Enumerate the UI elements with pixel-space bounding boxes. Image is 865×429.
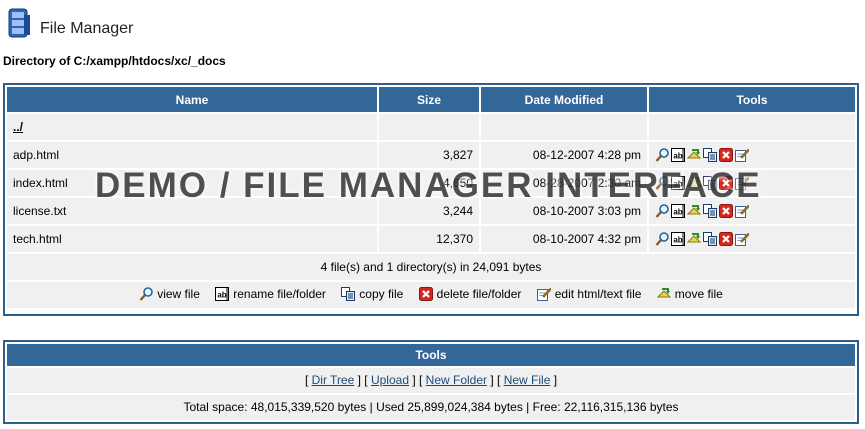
- file-date: 08-10-2007 4:32 pm: [481, 226, 647, 252]
- file-name[interactable]: index.html: [7, 170, 377, 196]
- legend-edit: edit html/text file: [536, 286, 642, 301]
- new-folder-link[interactable]: New Folder: [426, 373, 487, 387]
- move-icon[interactable]: [687, 204, 701, 218]
- app-title: File Manager: [40, 20, 134, 37]
- view-icon[interactable]: [655, 176, 669, 191]
- dir-tree-link[interactable]: Dir Tree: [312, 373, 355, 387]
- edit-icon[interactable]: [735, 148, 749, 163]
- rename-icon[interactable]: [671, 148, 685, 163]
- legend-label: delete file/folder: [436, 286, 522, 301]
- file-table: Name Size Date Modified Tools ../ adp.ht…: [5, 85, 857, 310]
- edit-icon[interactable]: [735, 176, 749, 191]
- table-row: license.txt 3,244 08-10-2007 3:03 pm: [7, 198, 855, 224]
- legend-label: copy file: [359, 286, 404, 301]
- tools-legend: view file rename file/folder copy file d…: [7, 282, 855, 308]
- column-header-name[interactable]: Name: [7, 87, 377, 112]
- legend-delete: delete file/folder: [418, 286, 522, 301]
- disk-usage: Total space: 48,015,339,520 bytes | Used…: [7, 395, 855, 420]
- row-tools: [649, 170, 855, 196]
- tools-links: [ Dir Tree ] [ Upload ] [ New Folder ] […: [7, 368, 855, 393]
- app-header: File Manager: [6, 4, 133, 44]
- copy-icon[interactable]: [703, 148, 717, 163]
- legend-rename: rename file/folder: [215, 286, 326, 301]
- upload-link[interactable]: Upload: [371, 373, 409, 387]
- table-row: index.html 4,650 08-28-2007 2:30 am: [7, 170, 855, 196]
- file-list-panel: Name Size Date Modified Tools ../ adp.ht…: [3, 83, 859, 316]
- column-header-date[interactable]: Date Modified: [481, 87, 647, 112]
- tools-panel: Tools [ Dir Tree ] [ Upload ] [ New Fold…: [3, 340, 859, 424]
- rename-icon[interactable]: [671, 204, 685, 219]
- copy-icon[interactable]: [703, 204, 717, 219]
- file-size: 3,827: [379, 142, 479, 168]
- view-icon[interactable]: [655, 232, 669, 247]
- file-name[interactable]: tech.html: [7, 226, 377, 252]
- legend-move: move file: [656, 286, 723, 301]
- file-name[interactable]: license.txt: [7, 198, 377, 224]
- file-size: 4,650: [379, 170, 479, 196]
- summary-row: 4 file(s) and 1 directory(s) in 24,091 b…: [7, 254, 855, 280]
- legend-copy: copy file: [341, 286, 404, 301]
- legend-label: edit html/text file: [554, 286, 642, 301]
- table-row-parent: ../: [7, 114, 855, 140]
- delete-icon[interactable]: [719, 176, 733, 191]
- delete-icon[interactable]: [719, 204, 733, 219]
- legend-label: rename file/folder: [233, 286, 326, 301]
- row-tools: [649, 142, 855, 168]
- move-icon: [656, 287, 671, 298]
- file-date: 08-10-2007 3:03 pm: [481, 198, 647, 224]
- copy-icon[interactable]: [703, 176, 717, 191]
- edit-icon[interactable]: [735, 204, 749, 219]
- rename-icon[interactable]: [671, 176, 685, 191]
- file-size: 3,244: [379, 198, 479, 224]
- copy-icon: [341, 286, 356, 301]
- delete-icon[interactable]: [719, 148, 733, 163]
- new-file-link[interactable]: New File: [504, 373, 551, 387]
- copy-icon[interactable]: [703, 232, 717, 247]
- edit-icon[interactable]: [735, 232, 749, 247]
- edit-icon: [536, 287, 551, 301]
- delete-icon[interactable]: [719, 232, 733, 247]
- view-icon[interactable]: [655, 204, 669, 219]
- parent-directory-link[interactable]: ../: [13, 120, 23, 134]
- file-name[interactable]: adp.html: [7, 142, 377, 168]
- legend-row: view file rename file/folder copy file d…: [7, 282, 855, 308]
- directory-summary: 4 file(s) and 1 directory(s) in 24,091 b…: [7, 254, 855, 280]
- table-row: adp.html 3,827 08-12-2007 4:28 pm: [7, 142, 855, 168]
- tools-panel-title: Tools: [7, 344, 855, 366]
- move-icon[interactable]: [687, 176, 701, 190]
- row-tools: [649, 226, 855, 252]
- legend-label: view file: [157, 286, 200, 301]
- column-header-size[interactable]: Size: [379, 87, 479, 112]
- move-icon[interactable]: [687, 148, 701, 162]
- file-date: 08-12-2007 4:28 pm: [481, 142, 647, 168]
- file-manager-logo-icon: [8, 8, 30, 38]
- view-icon: [139, 286, 154, 301]
- file-size: 12,370: [379, 226, 479, 252]
- rename-icon[interactable]: [671, 232, 685, 247]
- column-header-tools: Tools: [649, 87, 855, 112]
- view-icon[interactable]: [655, 148, 669, 163]
- legend-view: view file: [139, 286, 200, 301]
- table-row: tech.html 12,370 08-10-2007 4:32 pm: [7, 226, 855, 252]
- move-icon[interactable]: [687, 232, 701, 246]
- delete-icon: [418, 286, 433, 301]
- legend-label: move file: [674, 286, 723, 301]
- directory-path: Directory of C:/xampp/htdocs/xc/_docs: [3, 54, 226, 68]
- row-tools: [649, 198, 855, 224]
- rename-icon: [215, 286, 230, 301]
- file-date: 08-28-2007 2:30 am: [481, 170, 647, 196]
